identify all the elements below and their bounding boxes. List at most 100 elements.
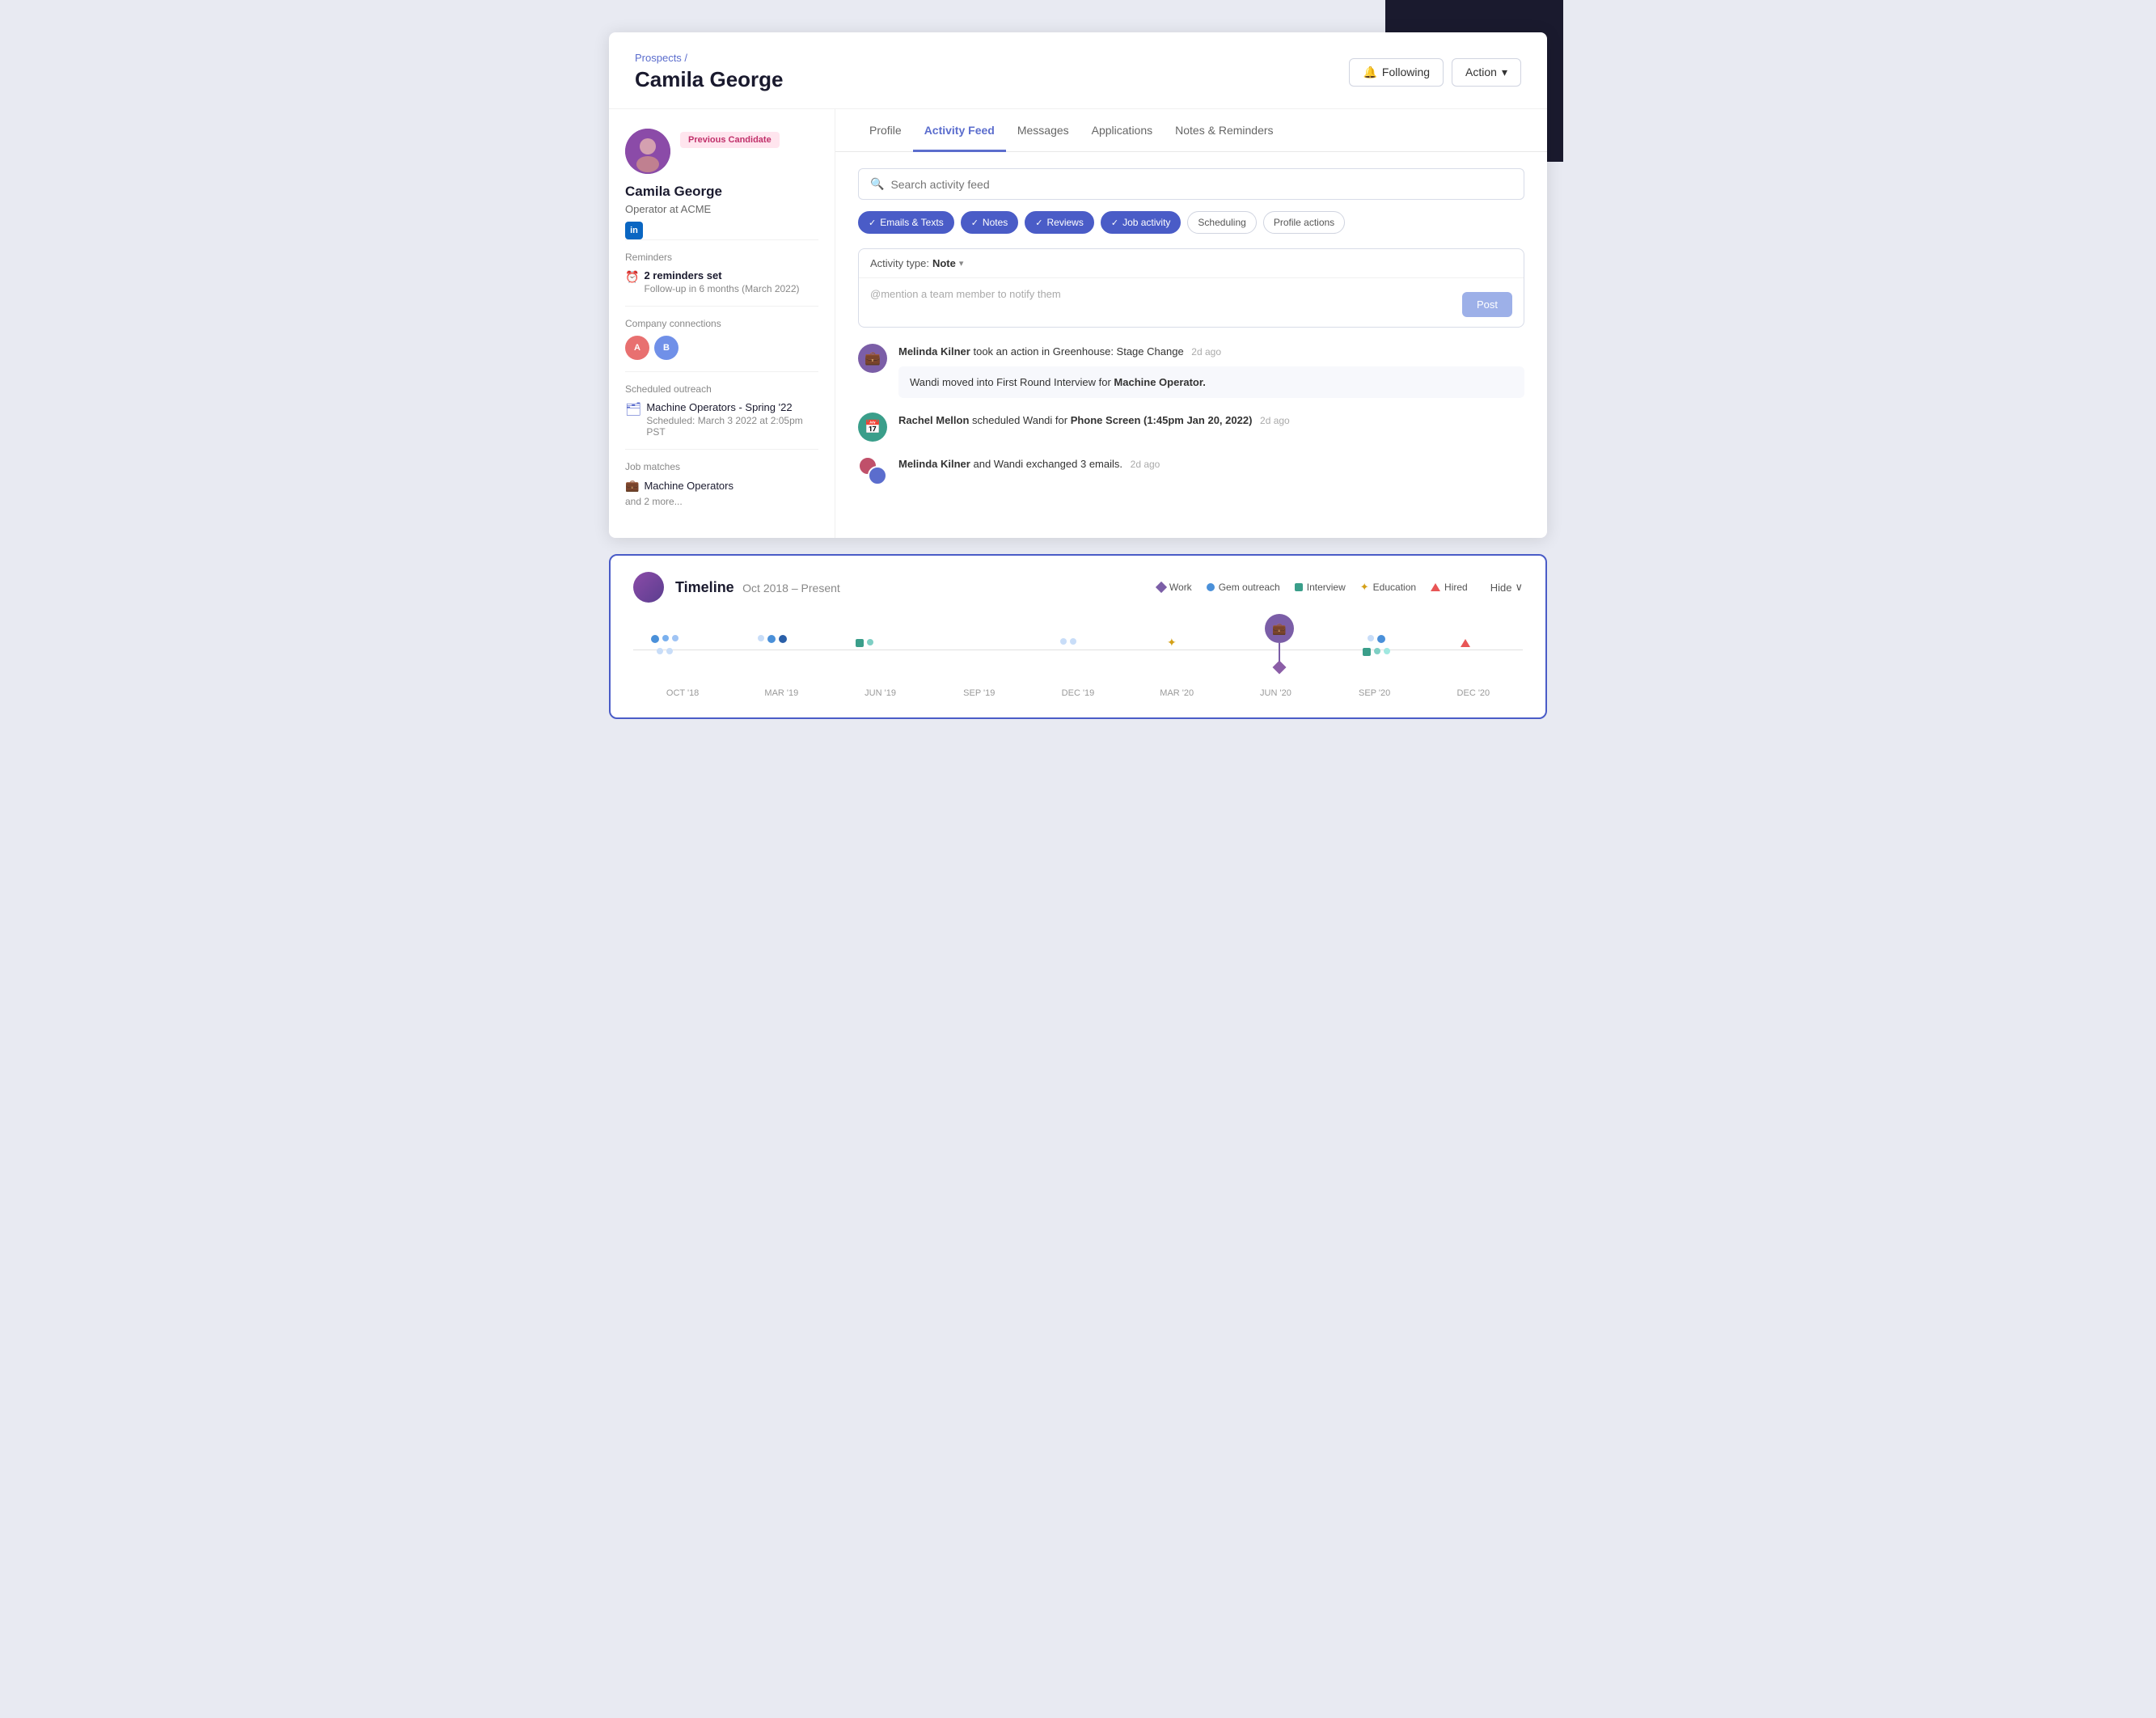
timeline-card: Timeline Oct 2018 – Present Work Gem out… <box>609 554 1547 719</box>
gem-outreach-dot-icon <box>1207 583 1215 591</box>
tab-profile[interactable]: Profile <box>858 109 913 152</box>
connection-avatar-2[interactable]: B <box>654 336 679 360</box>
feed-action-3: and Wandi exchanged 3 emails. <box>973 458 1122 470</box>
linkedin-button[interactable]: in <box>625 222 643 239</box>
hide-button[interactable]: Hide ∨ <box>1490 581 1523 594</box>
feed-time-1: 2d ago <box>1191 346 1221 358</box>
timeline-chart: ✦ 💼 <box>633 617 1523 698</box>
following-button[interactable]: 🔔 Following <box>1349 58 1444 87</box>
feed-item-1-content: Melinda Kilner took an action in Greenho… <box>898 344 1524 398</box>
action-button[interactable]: Action ▾ <box>1452 58 1521 87</box>
hired-badge-icon: 💼 <box>1265 614 1294 643</box>
job-name[interactable]: Machine Operators <box>644 480 733 492</box>
note-composer-body[interactable]: @mention a team member to notify them Po… <box>859 278 1524 327</box>
tab-messages[interactable]: Messages <box>1006 109 1080 152</box>
filter-reviews-label: Reviews <box>1046 217 1083 228</box>
feed-item-scheduled: 📅 Rachel Mellon scheduled Wandi for Phon… <box>858 413 1524 442</box>
filter-reviews[interactable]: ✓ Reviews <box>1025 211 1094 234</box>
feed-action-1: took an action in Greenhouse: Stage Chan… <box>973 345 1183 358</box>
tab-applications[interactable]: Applications <box>1080 109 1165 152</box>
stack-icon: 🗂 <box>625 401 641 417</box>
note-composer-header: Activity type: Note ▾ <box>859 249 1524 278</box>
filter-notes-label: Notes <box>983 217 1008 228</box>
more-link[interactable]: and 2 more... <box>625 496 818 507</box>
feed-item-3-content: Melinda Kilner and Wandi exchanged 3 ema… <box>898 456 1524 472</box>
legend-interview-label: Interview <box>1307 582 1346 593</box>
hide-label: Hide <box>1490 582 1512 594</box>
feed-actor-2: Rachel Mellon <box>898 414 969 426</box>
body-layout: Previous Candidate Camila George Operato… <box>609 109 1547 538</box>
filter-scheduling[interactable]: Scheduling <box>1187 211 1256 234</box>
feed-item-3-text: Melinda Kilner and Wandi exchanged 3 ema… <box>898 456 1524 472</box>
scheduled-outreach-title: Scheduled outreach <box>625 383 818 395</box>
filter-emails-texts[interactable]: ✓ Emails & Texts <box>858 211 954 234</box>
education-star: ✦ <box>1167 637 1177 648</box>
search-input[interactable] <box>890 178 1512 191</box>
action-label: Action <box>1465 66 1497 78</box>
reminder-count: 2 reminders set <box>644 269 799 281</box>
oct18-sub2 <box>666 648 673 654</box>
search-bar: 🔍 <box>858 168 1524 200</box>
note-composer: Activity type: Note ▾ @mention a team me… <box>858 248 1524 328</box>
main-card: Prospects / Camila George 🔔 Following Ac… <box>609 32 1547 538</box>
check-icon-notes: ✓ <box>971 218 979 228</box>
outreach-name[interactable]: Machine Operators - Spring '22 <box>646 401 818 413</box>
post-button[interactable]: Post <box>1462 292 1512 317</box>
page-title: Camila George <box>635 67 784 92</box>
oct18-dot3 <box>672 635 679 641</box>
tabs-bar: Profile Activity Feed Messages Applicati… <box>835 109 1547 152</box>
legend-hired-label: Hired <box>1444 582 1468 593</box>
job-matches-title: Job matches <box>625 461 818 472</box>
connection-avatar-1[interactable]: A <box>625 336 649 360</box>
interview-square-icon <box>1295 583 1303 591</box>
feed-actor-3: Melinda Kilner <box>898 458 970 470</box>
breadcrumb[interactable]: Prospects / <box>635 52 784 64</box>
hired-diamond-icon <box>1273 661 1287 675</box>
chevron-down-icon: ∨ <box>1515 581 1523 594</box>
activity-type-value[interactable]: Note <box>932 257 956 269</box>
job-match-row: 💼 Machine Operators <box>625 479 818 493</box>
jun19-square <box>856 639 864 647</box>
outreach-detail: Scheduled: March 3 2022 at 2:05pm PST <box>646 415 818 438</box>
company-connections-section: Company connections A B <box>625 306 818 371</box>
multi-avatar-group <box>858 456 887 485</box>
filter-profile-actions[interactable]: Profile actions <box>1263 211 1345 234</box>
mar19-dot3 <box>779 635 787 643</box>
sep20-square <box>1363 648 1371 656</box>
feed-item-2-content: Rachel Mellon scheduled Wandi for Phone … <box>898 413 1524 429</box>
candidate-badge-area: Previous Candidate <box>680 129 780 148</box>
filter-emails-texts-label: Emails & Texts <box>880 217 943 228</box>
clock-icon: ⏰ <box>625 270 639 284</box>
feed-time-3: 2d ago <box>1131 459 1160 470</box>
briefcase-icon: 💼 <box>625 479 639 493</box>
reminders-title: Reminders <box>625 252 818 263</box>
label-mar20: MAR '20 <box>1127 688 1226 698</box>
feed-content: 🔍 ✓ Emails & Texts ✓ Notes <box>835 152 1547 516</box>
reminders-section: Reminders ⏰ 2 reminders set Follow-up in… <box>625 239 818 306</box>
filter-notes[interactable]: ✓ Notes <box>961 211 1019 234</box>
education-star-icon: ✦ <box>1360 581 1369 594</box>
sep20-teal <box>1374 648 1380 654</box>
feed-time-2: 2d ago <box>1260 415 1290 426</box>
tab-activity-feed[interactable]: Activity Feed <box>913 109 1006 152</box>
hired-triangle-icon <box>1431 583 1440 591</box>
following-label: Following <box>1382 66 1430 78</box>
breadcrumb-title: Prospects / Camila George <box>635 52 784 92</box>
main-content: Profile Activity Feed Messages Applicati… <box>835 109 1547 538</box>
label-dec19: DEC '19 <box>1029 688 1127 698</box>
tab-notes-reminders[interactable]: Notes & Reminders <box>1164 109 1284 152</box>
filter-job-activity[interactable]: ✓ Job activity <box>1101 211 1182 234</box>
oct18-dots <box>651 635 679 654</box>
note-placeholder: @mention a team member to notify them <box>870 288 1061 300</box>
feed-item-1-text: Melinda Kilner took an action in Greenho… <box>898 344 1524 360</box>
header-actions: 🔔 Following Action ▾ <box>1349 58 1521 87</box>
reminder-detail: Follow-up in 6 months (March 2022) <box>644 283 799 294</box>
activity-type-label: Activity type: <box>870 257 929 269</box>
search-icon: 🔍 <box>870 177 884 191</box>
sep20-teal2 <box>1384 648 1390 654</box>
filter-scheduling-label: Scheduling <box>1198 217 1245 228</box>
dropdown-arrow-icon: ▾ <box>959 258 964 269</box>
page-header: Prospects / Camila George 🔔 Following Ac… <box>609 32 1547 109</box>
feed-item-stage-change: 💼 Melinda Kilner took an action in Green… <box>858 344 1524 398</box>
label-sep20: SEP '20 <box>1325 688 1424 698</box>
